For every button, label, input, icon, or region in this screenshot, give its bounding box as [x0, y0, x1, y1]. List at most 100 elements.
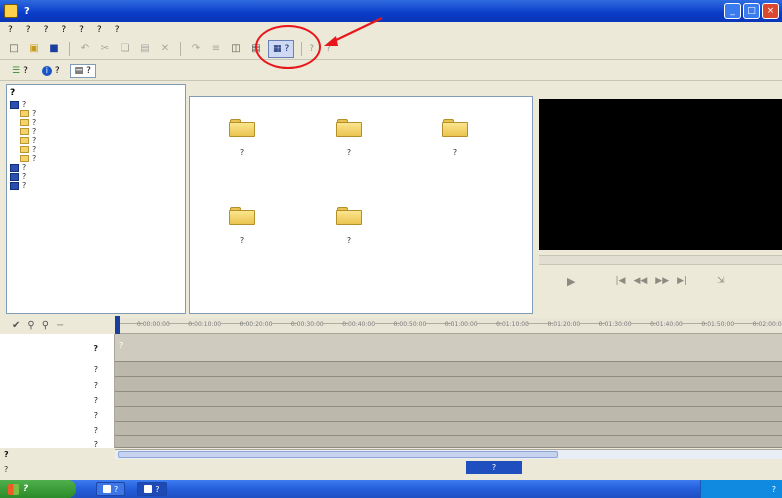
timeline-toolbar: ✔ ⚲ ⚲ −: [0, 316, 115, 334]
tree-root[interactable]: ?: [7, 100, 185, 109]
window-controls: _ □ ×: [724, 3, 779, 19]
folder-icon: [336, 207, 362, 225]
tree-item[interactable]: ?: [7, 172, 185, 181]
ruler-tick-label: 0:00:00:00: [137, 321, 170, 328]
track-row[interactable]: [115, 362, 782, 377]
menu-clip[interactable]: ?: [79, 25, 84, 35]
clock[interactable]: ?: [772, 485, 776, 494]
folder-tile[interactable]: ?: [321, 119, 377, 157]
paste-icon[interactable]: ▤: [137, 41, 153, 57]
taskbar-window-button[interactable]: ?: [137, 482, 167, 496]
minimize-button[interactable]: _: [724, 3, 741, 19]
new-document-icon[interactable]: □: [6, 41, 22, 57]
timeline-ruler[interactable]: 0:00:00:00 0:00:10:00 0:00:20:00 0:00:30:00…: [115, 318, 782, 334]
scrollbar-thumb[interactable]: [118, 451, 558, 458]
collection-contents: ? ? ? ? ?: [189, 96, 533, 314]
menu-file[interactable]: ?: [8, 25, 13, 35]
save-icon[interactable]: ■: [46, 41, 62, 57]
tree-item[interactable]: ?: [7, 109, 185, 118]
start-button[interactable]: ?: [0, 480, 76, 498]
collections-pane: ? ? ? ? ? ? ? ? ? ? ?: [6, 84, 186, 314]
redo-icon[interactable]: ↷: [188, 41, 204, 57]
collections-header: ?: [10, 88, 16, 98]
info-icon: i: [41, 65, 52, 76]
timeline-scrollbar[interactable]: [115, 449, 782, 459]
tree-item[interactable]: ?: [7, 118, 185, 127]
system-tray: ?: [700, 480, 782, 498]
zoom-out-icon[interactable]: ⚲: [42, 320, 49, 331]
folder-tile[interactable]: ?: [427, 119, 483, 157]
tree-item[interactable]: ?: [7, 145, 185, 154]
track-row[interactable]: [115, 422, 782, 436]
folder-icon: [20, 155, 29, 162]
maximize-button[interactable]: □: [743, 3, 760, 19]
collection-icon[interactable]: ◫: [228, 41, 244, 57]
window-title: ?: [24, 5, 30, 17]
folder-icon: [20, 110, 29, 117]
folder-tile[interactable]: ?: [214, 207, 270, 245]
folder-icon: [229, 207, 255, 225]
window-icon: [144, 485, 153, 493]
windows-logo-icon: [8, 483, 19, 495]
menu-view[interactable]: ?: [44, 25, 49, 35]
tree-item[interactable]: ?: [7, 136, 185, 145]
track-label-video[interactable]: ?: [93, 344, 98, 353]
track-row[interactable]: [115, 377, 782, 392]
folder-label: ?: [346, 148, 352, 157]
menu-edit[interactable]: ?: [26, 25, 31, 35]
track-row[interactable]: [115, 436, 782, 448]
properties-icon[interactable]: ≡: [208, 41, 224, 57]
taskbar-window-button[interactable]: ?: [96, 482, 126, 496]
tree-item[interactable]: ?: [7, 163, 185, 172]
tab-tasks-label: ?: [23, 65, 28, 76]
cut-icon[interactable]: ✂: [97, 41, 113, 57]
zoom-in-icon[interactable]: ⚲: [27, 320, 34, 331]
menu-help[interactable]: ?: [115, 25, 120, 35]
seek-bar[interactable]: [539, 255, 782, 265]
menu-bar: ? ? ? ? ? ? ?: [0, 22, 782, 38]
title-bar[interactable]: ? _ □ ×: [0, 0, 782, 22]
folder-tile[interactable]: ?: [214, 119, 270, 157]
tree-item[interactable]: ?: [7, 127, 185, 136]
ruler-tick-label: 0:00:50:00: [393, 321, 427, 328]
track-label: ?: [93, 426, 98, 435]
ruler-tick-label: 0:00:10:00: [188, 321, 222, 328]
open-folder-icon[interactable]: ▣: [26, 41, 42, 57]
track-row[interactable]: [115, 407, 782, 422]
tree-item[interactable]: ?: [7, 181, 185, 190]
ruler-tick-label: 0:01:40:00: [650, 321, 683, 328]
delete-icon[interactable]: ✕: [157, 41, 173, 57]
rewind-icon[interactable]: ◀◀: [633, 276, 647, 286]
tree-item[interactable]: ?: [7, 154, 185, 163]
set-audio-levels-icon[interactable]: ✔: [12, 320, 20, 331]
video-track[interactable]: ?: [115, 334, 782, 362]
timeline-tracks[interactable]: ?: [115, 334, 782, 448]
ruler-tick-label: 0:01:10:00: [496, 321, 529, 328]
copy-icon[interactable]: ❏: [117, 41, 133, 57]
folder-tile[interactable]: ?: [321, 207, 377, 245]
fast-forward-icon[interactable]: ▶▶: [655, 276, 669, 286]
tree-item-label: ?: [32, 109, 37, 118]
folder-icon: [20, 119, 29, 126]
close-button[interactable]: ×: [762, 3, 779, 19]
playhead[interactable]: [115, 316, 120, 334]
next-frame-icon[interactable]: ▶|: [677, 276, 687, 286]
start-label: ?: [23, 484, 29, 494]
tree-item-label: ?: [32, 136, 37, 145]
play-icon[interactable]: ▶: [567, 275, 575, 288]
menu-tools[interactable]: ?: [61, 25, 66, 35]
main-toolbar: □ ▣ ■ ↶ ✂ ❏ ▤ ✕ ↷ ≡ ◫ ▤ ▦ ? ? ?: [0, 38, 782, 60]
show-storyboard-button[interactable]: ?: [4, 450, 9, 459]
rewind-timeline-icon[interactable]: −: [56, 320, 64, 331]
undo-icon[interactable]: ↶: [77, 41, 93, 57]
collection-root-icon: [10, 100, 19, 109]
tab-collections[interactable]: i ?: [38, 65, 64, 77]
previous-frame-icon[interactable]: |◀: [615, 276, 625, 286]
track-row[interactable]: [115, 392, 782, 407]
monitor-controls: ▶ |◀ ◀◀ ▶▶ ▶| ⇲: [539, 272, 782, 290]
folder-icon: [20, 128, 29, 135]
tab-selected[interactable]: ▤ ?: [69, 63, 96, 78]
menu-play[interactable]: ?: [97, 25, 102, 35]
split-clip-icon[interactable]: ⇲: [717, 276, 725, 286]
tab-tasks[interactable]: ☰ ?: [8, 65, 32, 77]
